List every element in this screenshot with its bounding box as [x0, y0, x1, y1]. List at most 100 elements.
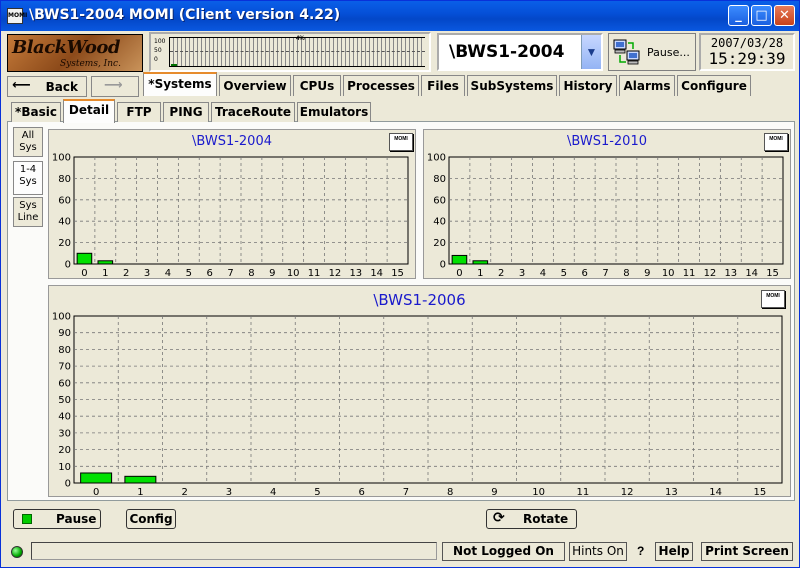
x-tick-label: 13	[349, 268, 362, 279]
sparkline-bar	[171, 64, 177, 66]
y-tick-label: 80	[433, 174, 446, 185]
sparkline-ticks: 100 50 0	[154, 38, 166, 63]
subtab-ftp[interactable]: FTP	[117, 102, 161, 122]
subtab-emulators[interactable]: Emulators	[297, 102, 371, 122]
chart-bws1-2010: 0204060801000 1 2 3 4 5 6 7 8 9 10 11 12 13 14 15	[427, 153, 784, 279]
main-tabs: *Systems Overview CPUs Processes Files S…	[143, 72, 753, 98]
minimize-button[interactable]: _	[728, 5, 749, 26]
subtab-traceroute[interactable]: TraceRoute	[211, 102, 295, 122]
x-tick-label: 8	[248, 268, 254, 279]
x-tick-label: 8	[447, 487, 453, 498]
question-icon[interactable]: ?	[637, 544, 644, 558]
y-tick-label: 60	[58, 195, 71, 206]
x-tick-label: 3	[144, 268, 150, 279]
close-button[interactable]: ✕	[774, 5, 795, 26]
tab-history[interactable]: History	[559, 75, 617, 96]
help-button[interactable]: Help	[655, 542, 693, 561]
tab-overview[interactable]: Overview	[219, 75, 291, 96]
x-tick-label: 15	[391, 268, 404, 279]
maximize-button[interactable]: □	[751, 5, 772, 26]
bar	[97, 260, 114, 265]
x-tick-label: 13	[665, 487, 678, 498]
tab-configure[interactable]: Configure	[677, 75, 751, 96]
x-tick-label: 6	[358, 487, 364, 498]
chart-panel-bws1-2006: \BWS1-2006 MOMI 0 10 20 30 40 50 60 70 80 90 100 0 1…	[48, 285, 791, 498]
x-tick-label: 4	[270, 487, 276, 498]
x-tick-label: 13	[724, 268, 737, 279]
x-tick-label: 0	[93, 487, 99, 498]
rotate-button[interactable]: ⟳ Rotate	[486, 509, 577, 529]
x-tick-label: 10	[287, 268, 300, 279]
pause-monitor-button[interactable]: Pause...	[608, 33, 696, 71]
computers-icon	[613, 39, 640, 65]
all-systems-button[interactable]: All Sys	[13, 127, 43, 157]
subtab-detail[interactable]: Detail	[63, 99, 115, 123]
config-button[interactable]: Config	[126, 509, 176, 529]
x-tick-label: 9	[644, 268, 650, 279]
green-square-icon	[22, 514, 32, 524]
system-line-button[interactable]: Sys Line	[13, 197, 43, 227]
y-tick-label: 70	[58, 362, 71, 373]
y-tick-label: 80	[58, 345, 71, 356]
hints-toggle-button[interactable]: Hints On	[569, 542, 627, 561]
y-tick-label: 100	[427, 153, 446, 164]
chart-bws1-2006: 01020304050607080901000 1 2 3 4 5 6 7 8 9 10 11 12 13…	[52, 312, 783, 498]
y-tick-label: 0	[65, 479, 71, 490]
window-title: \BWS1-2004 MOMI (Client version 4.22)	[29, 7, 341, 23]
y-tick-label: 40	[58, 412, 71, 423]
chevron-down-icon[interactable]: ▼	[581, 35, 601, 69]
tab-systems[interactable]: *Systems	[143, 72, 217, 96]
x-tick-label: 12	[329, 268, 342, 279]
one-to-four-systems-button[interactable]: 1-4 Sys	[13, 161, 43, 195]
current-time: 15:29:39	[708, 49, 786, 68]
x-tick-label: 6	[582, 268, 588, 279]
print-screen-button[interactable]: Print Screen	[701, 542, 793, 561]
y-tick-label: 20	[433, 238, 446, 249]
x-tick-label: 4	[165, 268, 171, 279]
bar	[472, 260, 489, 265]
x-tick-label: 5	[561, 268, 567, 279]
x-tick-label: 14	[745, 268, 758, 279]
x-tick-label: 10	[662, 268, 675, 279]
subtab-basic[interactable]: *Basic	[11, 102, 61, 122]
y-tick-label: 90	[58, 328, 71, 339]
tab-cpus[interactable]: CPUs	[293, 75, 341, 96]
x-tick-label: 2	[181, 487, 187, 498]
x-tick-label: 15	[766, 268, 779, 279]
x-tick-label: 7	[602, 268, 608, 279]
system-selector[interactable]: \BWS1-2004 ▼	[437, 33, 603, 71]
x-tick-label: 1	[102, 268, 108, 279]
app-icon: MOMI	[7, 8, 27, 24]
title-bar[interactable]: MOMI \BWS1-2004 MOMI (Client version 4.2…	[1, 1, 799, 31]
y-tick-label: 20	[58, 238, 71, 249]
x-tick-label: 0	[456, 268, 462, 279]
x-tick-label: 2	[123, 268, 129, 279]
y-tick-label: 50	[58, 395, 71, 406]
status-bar: Not Logged On Hints On ? Help Print Scre…	[1, 539, 799, 567]
x-tick-label: 11	[683, 268, 696, 279]
tab-alarms[interactable]: Alarms	[619, 75, 675, 96]
back-button[interactable]: ⟵ Back	[7, 76, 87, 97]
x-tick-label: 10	[532, 487, 545, 498]
app-window: MOMI \BWS1-2004 MOMI (Client version 4.2…	[0, 0, 800, 568]
y-tick-label: 60	[58, 378, 71, 389]
y-tick-label: 10	[58, 462, 71, 473]
x-tick-label: 0	[81, 268, 87, 279]
login-status-button[interactable]: Not Logged On	[442, 542, 565, 561]
bar	[451, 254, 468, 265]
current-date: 2007/03/28	[710, 36, 784, 50]
x-tick-label: 3	[226, 487, 232, 498]
tab-processes[interactable]: Processes	[343, 75, 419, 96]
subtab-ping[interactable]: PING	[163, 102, 209, 122]
sparkline-percent: 4%	[296, 36, 305, 42]
pause-button[interactable]: Pause	[13, 509, 101, 529]
chart-panel-bws1-2010: \BWS1-2010 MOMI 0 20 40 60 80 100 0 1 2 3 4 5 6 7 8 9 10…	[423, 129, 791, 279]
tab-subsystems[interactable]: SubSystems	[467, 75, 557, 96]
bar	[124, 475, 157, 484]
x-tick-label: 12	[621, 487, 634, 498]
tab-files[interactable]: Files	[421, 75, 465, 96]
forward-button[interactable]: ⟶	[91, 76, 139, 97]
x-tick-label: 3	[519, 268, 525, 279]
status-message	[31, 542, 437, 560]
y-tick-label: 80	[58, 174, 71, 185]
